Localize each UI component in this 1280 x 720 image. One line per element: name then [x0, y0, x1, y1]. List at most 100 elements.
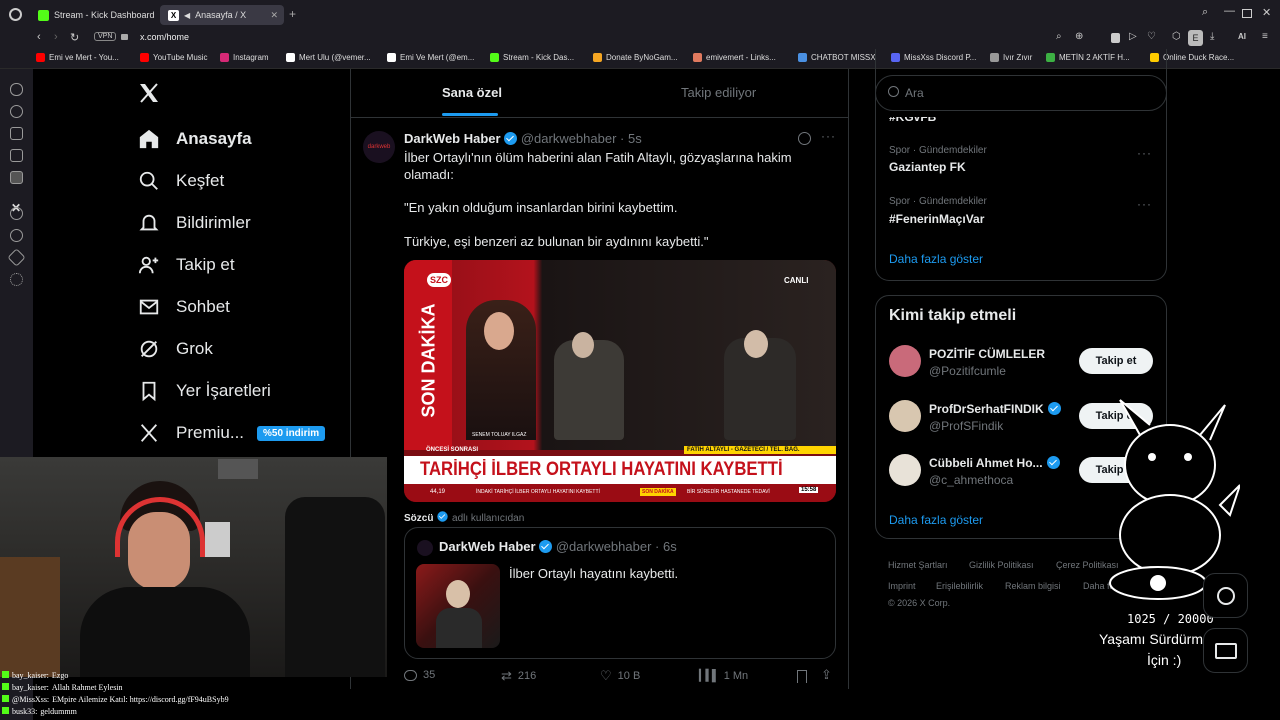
messages-float-button[interactable] [1203, 628, 1248, 673]
anchor-name: SENEM TOLUAY ILGAZ [472, 432, 527, 438]
speaker-icon[interactable]: ◀ [184, 11, 190, 20]
forward-icon[interactable]: › [54, 31, 58, 43]
suggestion-avatar[interactable] [889, 345, 921, 377]
ticker-text: İNDAKİ TARİHÇİ İLBER ORTAYLI HAYATINI KA… [476, 489, 600, 495]
source-name[interactable]: Sözcü [404, 513, 433, 524]
new-tab-button[interactable]: + [289, 7, 296, 21]
bookmark-item[interactable]: YouTube Music [140, 53, 208, 62]
ai-button[interactable]: AI [1238, 32, 1246, 41]
back-icon[interactable]: ‹ [37, 31, 41, 43]
nav-item-6[interactable]: Grok [138, 338, 213, 360]
clock-icon[interactable] [10, 229, 23, 242]
footer-link[interactable]: Reklam bilgisi [1005, 581, 1061, 591]
chat-text: Allah Rahmet Eylesin [51, 683, 123, 692]
tab-following[interactable]: Takip ediliyor [681, 85, 756, 100]
suggestion-name[interactable]: POZİTİF CÜMLELER [929, 347, 1045, 361]
nav-item-8[interactable]: Premiu... [138, 422, 244, 444]
tweet-author[interactable]: DarkWeb Haber [404, 131, 501, 146]
menu-icon[interactable]: ≡ [1262, 31, 1268, 42]
heart-icon[interactable]: ♡ [1147, 31, 1156, 42]
views-count: 1 Mn [723, 669, 749, 682]
trend-name[interactable]: #FenerinMaçıVar [889, 212, 984, 226]
bookmark-label: CHATBOT MISSX [811, 53, 876, 62]
bookmark-item[interactable]: Instagram [220, 53, 269, 62]
grok-tweet-icon[interactable] [798, 132, 811, 145]
reload-icon[interactable]: ↻ [70, 31, 79, 44]
game-icon[interactable] [10, 83, 23, 96]
tweet-handle[interactable]: @darkwebhaber [521, 131, 617, 146]
vpn-badge[interactable]: VPN [94, 32, 117, 41]
bookmark-item[interactable]: Donate ByNoGam... [593, 53, 678, 62]
bookmark-item[interactable]: Emi Ve Mert (@em... [387, 53, 474, 62]
cube-icon[interactable] [7, 248, 26, 267]
tweet-time[interactable]: · 5s [620, 131, 642, 146]
x-logo-icon[interactable] [137, 81, 161, 110]
settings-icon[interactable] [10, 273, 23, 286]
trends-show-more[interactable]: Daha fazla göster [889, 252, 983, 266]
pin-icon[interactable]: ⊕ [1075, 31, 1083, 42]
who-to-follow-show-more[interactable]: Daha fazla göster [889, 513, 983, 527]
minimize-button[interactable]: — [1224, 5, 1235, 17]
trend-more-icon[interactable]: ··· [1137, 146, 1152, 160]
nav-item-5[interactable]: Sohbet [138, 296, 230, 318]
bookmark-item[interactable]: emivemert - Links... [693, 53, 776, 62]
history-arrow-icon[interactable] [10, 105, 23, 118]
search-tabs-icon[interactable]: ⌕ [1202, 6, 1208, 19]
m-app-icon[interactable] [10, 171, 23, 184]
bookmark-tweet-icon[interactable] [797, 670, 807, 683]
footer-link[interactable]: Hizmet Şartları [888, 560, 948, 570]
bookmark-item[interactable]: Mert Ulu (@vemer... [286, 53, 371, 62]
tab-for-you[interactable]: Sana özel [442, 85, 502, 100]
suggestion-avatar[interactable] [889, 400, 921, 432]
bookmark-label: Mert Ulu (@vemer... [299, 53, 371, 62]
suggestion-avatar[interactable] [889, 454, 921, 486]
bookmark-label: YouTube Music [153, 53, 208, 62]
play-icon[interactable]: ▷ [1129, 31, 1137, 42]
shield-icon[interactable] [1111, 33, 1120, 43]
close-window-button[interactable]: ✕ [1262, 6, 1271, 19]
quote-tweet[interactable]: DarkWeb Haber @darkwebhaber · 6s İlber O… [404, 527, 836, 659]
lock-icon [121, 34, 128, 40]
bookmark-item[interactable]: Emi ve Mert - You... [36, 53, 119, 62]
nav-item-4[interactable]: Takip et [138, 254, 235, 276]
image-icon[interactable] [10, 149, 23, 162]
download-icon[interactable]: ⤓ [1210, 31, 1214, 42]
tweet-avatar[interactable]: darkweb [363, 131, 395, 163]
maximize-button[interactable] [1242, 9, 1252, 18]
trend-name[interactable]: Gaziantep FK [889, 160, 966, 174]
nav-item-2[interactable]: Keşfet [138, 170, 224, 192]
nav-item-7[interactable]: Yer İşaretleri [138, 380, 271, 402]
url-text[interactable]: x.com/home [140, 32, 189, 42]
chat-text: EMpire Ailemize Katıl: https://discord.g… [52, 695, 229, 704]
tab-x-home[interactable]: X ◀ Anasayfa / X ✕ [160, 5, 284, 25]
nav-item-1[interactable]: Anasayfa [138, 128, 252, 150]
footer-link[interactable]: Gizlilik Politikası [969, 560, 1034, 570]
tweet-more-icon[interactable]: ··· [821, 129, 836, 143]
pause-icon[interactable] [10, 207, 23, 220]
share-icon[interactable]: ⇪ [821, 667, 832, 683]
profile-avatar[interactable]: E [1188, 30, 1203, 46]
like-button[interactable]: ♡ 10 B [600, 668, 640, 684]
tab-kick-dashboard[interactable]: Stream - Kick Dashboard [30, 5, 155, 25]
bookmark-item[interactable]: CHATBOT MISSX [798, 53, 876, 62]
reply-button[interactable]: 35 [404, 669, 435, 681]
close-tab-icon[interactable]: ✕ [270, 10, 278, 21]
nav-item-3[interactable]: Bildirimler [138, 212, 251, 234]
streamer-body [80, 587, 250, 677]
stack-icon[interactable] [10, 127, 23, 140]
tweet-media-video[interactable]: SON DAKİKA SZC SENEM TOLUAY ILGAZ CANLI … [404, 260, 836, 502]
footer-link[interactable]: Erişilebilirlik [936, 581, 983, 591]
opera-menu-icon[interactable] [9, 8, 22, 21]
camera-icon[interactable]: ⌕ [1056, 31, 1062, 42]
suggestion-name[interactable]: ProfDrSerhatFINDIK [929, 402, 1061, 416]
bookmark-item[interactable]: Stream - Kick Das... [490, 53, 574, 62]
suggestion-name[interactable]: Cübbeli Ahmet Ho... [929, 456, 1060, 470]
trend-more-icon[interactable]: ··· [1137, 197, 1152, 211]
views-button[interactable]: ▎▍▌ 1 Mn [699, 669, 749, 683]
footer-link[interactable]: Imprint [888, 581, 916, 591]
repost-button[interactable]: ⇄ 216 [501, 668, 536, 684]
extensions-icon[interactable]: ⬡ [1172, 31, 1181, 42]
follow-button[interactable]: Takip et [1079, 348, 1153, 374]
grok-float-button[interactable] [1203, 573, 1248, 618]
premium-discount-badge[interactable]: %50 indirim [257, 426, 326, 441]
